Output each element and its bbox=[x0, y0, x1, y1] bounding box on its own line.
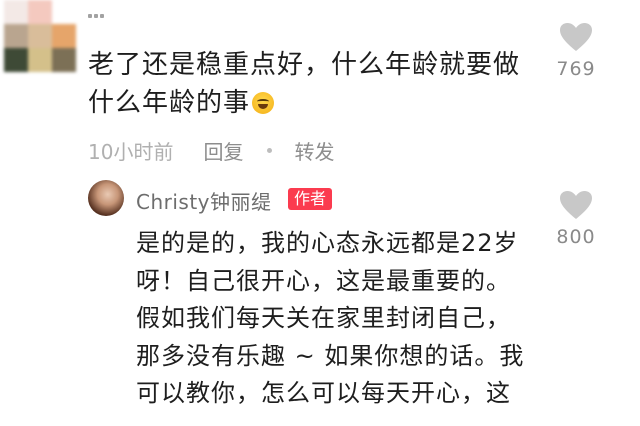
comment-meta: 10小时前 回复 转发 bbox=[88, 136, 334, 165]
comment-like[interactable]: 769 bbox=[546, 22, 606, 80]
comment-thread: 老了还是稳重点好，什么年龄就要做 什么年龄的事 769 10小时前 回复 转发 … bbox=[0, 0, 640, 426]
commenter-avatar[interactable] bbox=[4, 0, 76, 72]
separator-dot bbox=[267, 148, 273, 153]
comment-timestamp: 10小时前 bbox=[88, 140, 174, 164]
reply-line: 假如我们每天关在家里封闭自己， bbox=[136, 304, 511, 332]
grinning-sweat-face-icon bbox=[252, 92, 275, 114]
forward-button[interactable]: 转发 bbox=[294, 136, 334, 165]
reply-line: 可以教你，怎么可以每天开心，这 bbox=[136, 379, 511, 407]
reply-like[interactable]: 800 bbox=[546, 190, 606, 248]
comment-body: 老了还是稳重点好，什么年龄就要做 什么年龄的事 bbox=[88, 46, 538, 122]
heart-icon[interactable] bbox=[559, 22, 593, 52]
like-count: 800 bbox=[556, 226, 596, 248]
reply-button[interactable]: 回复 bbox=[203, 136, 243, 165]
reply-line: 是的是的，我的心态永远都是22岁 bbox=[136, 229, 519, 257]
reply-line: 那多没有乐趣 ~ 如果你想的话。我 bbox=[136, 341, 525, 370]
reply-author-avatar[interactable] bbox=[88, 180, 124, 216]
like-count: 769 bbox=[556, 58, 596, 80]
heart-icon[interactable] bbox=[559, 190, 593, 220]
reply-author-name[interactable]: Christy钟丽缇 bbox=[136, 186, 272, 215]
reply-body: 是的是的，我的心态永远都是22岁 呀！自己很开心，这是最重要的。 假如我们每天关… bbox=[136, 225, 536, 413]
author-badge: 作者 bbox=[288, 188, 333, 210]
comment-line: 老了还是稳重点好，什么年龄就要做 bbox=[88, 50, 521, 80]
reply-line: 呀！自己很开心，这是最重要的。 bbox=[136, 266, 511, 295]
commenter-name-obscured[interactable] bbox=[88, 14, 106, 20]
comment-line: 什么年龄的事 bbox=[88, 84, 538, 122]
